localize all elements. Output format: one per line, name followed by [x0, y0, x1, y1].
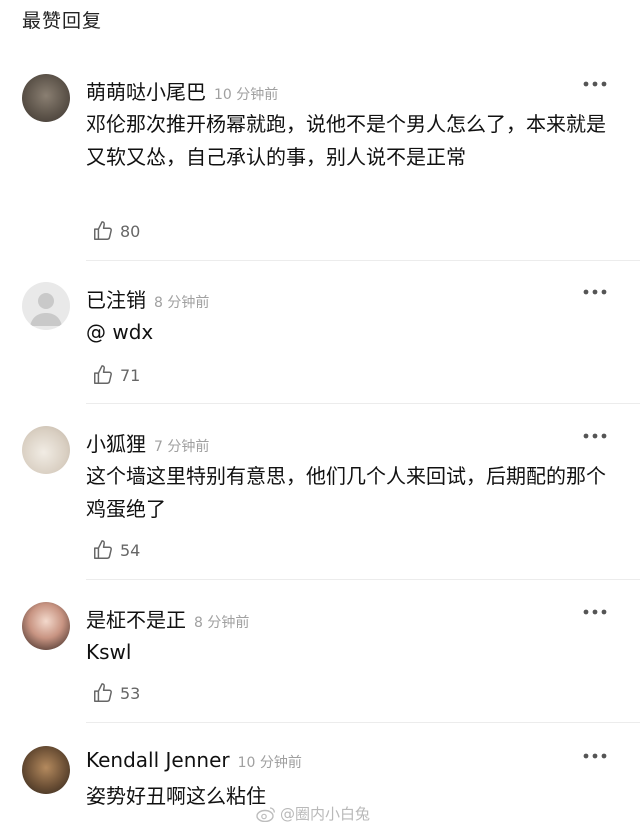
avatar[interactable]: [22, 74, 70, 122]
username[interactable]: 是柾不是正: [86, 608, 186, 632]
divider: [86, 722, 640, 723]
watermark-text: @圈内小白兔: [280, 805, 371, 823]
like-button[interactable]: 54: [92, 537, 140, 563]
like-button[interactable]: 71: [92, 362, 140, 388]
default-avatar-icon: [30, 293, 62, 326]
avatar[interactable]: [22, 746, 70, 794]
more-icon[interactable]: [582, 748, 608, 764]
section-title: 最赞回复: [22, 10, 103, 32]
comment-text: 邓伦那次推开杨幂就跑，说他不是个男人怎么了，本来就是又软又怂，自己承认的事，别人…: [86, 112, 606, 169]
username[interactable]: 小狐狸: [86, 432, 146, 456]
comment-text: @ wdx: [86, 320, 154, 344]
thumbs-up-icon: [94, 540, 112, 559]
watermark: @圈内小白兔: [256, 803, 370, 824]
comment-text: 这个墙这里特别有意思，他们几个人来回试，后期配的那个鸡蛋绝了: [86, 464, 606, 521]
divider: [86, 403, 640, 404]
more-icon[interactable]: [582, 604, 608, 620]
timestamp: 10 分钟前: [237, 755, 302, 771]
username[interactable]: Kendall Jenner: [86, 748, 230, 772]
divider: [86, 260, 640, 261]
timestamp: 8 分钟前: [154, 295, 210, 311]
more-icon[interactable]: [582, 428, 608, 444]
username[interactable]: 已注销: [86, 288, 146, 312]
like-button[interactable]: 80: [92, 218, 140, 244]
comment-header: Kendall Jenner 10 分钟前: [86, 748, 302, 772]
username[interactable]: 萌萌哒小尾巴: [86, 80, 206, 104]
like-button[interactable]: 53: [92, 680, 140, 706]
avatar[interactable]: [22, 282, 70, 330]
avatar[interactable]: [22, 426, 70, 474]
thumbs-up-icon: [94, 683, 112, 702]
like-count: 71: [120, 365, 141, 385]
comment-header: 萌萌哒小尾巴 10 分钟前: [86, 76, 278, 105]
weibo-logo-icon: [256, 806, 275, 822]
thumbs-up-icon: [94, 365, 112, 384]
timestamp: 7 分钟前: [154, 439, 210, 455]
like-count: 80: [120, 221, 141, 241]
more-icon[interactable]: [582, 76, 608, 92]
divider: [86, 579, 640, 580]
comment-header: 是柾不是正 8 分钟前: [86, 604, 249, 633]
timestamp: 10 分钟前: [214, 87, 279, 103]
more-icon[interactable]: [582, 284, 608, 300]
like-count: 53: [120, 683, 141, 703]
thumbs-up-icon: [94, 221, 112, 240]
comment-text: Kswl: [86, 640, 132, 664]
comment-header: 小狐狸 7 分钟前: [86, 428, 209, 457]
avatar[interactable]: [22, 602, 70, 650]
comment-header: 已注销 8 分钟前: [86, 284, 209, 313]
timestamp: 8 分钟前: [194, 615, 250, 631]
like-count: 54: [120, 540, 141, 560]
